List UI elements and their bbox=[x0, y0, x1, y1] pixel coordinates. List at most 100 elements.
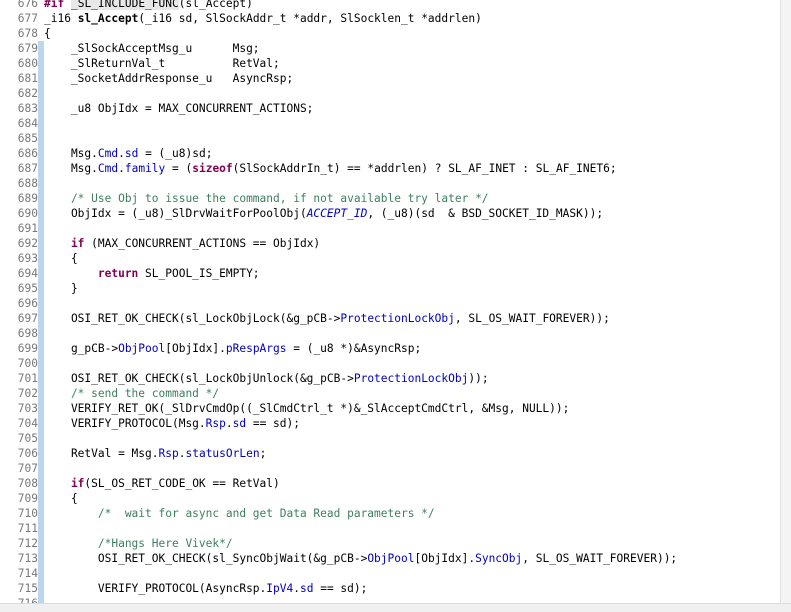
code-line[interactable]: 693 { bbox=[0, 251, 780, 266]
code-line[interactable]: 711 bbox=[0, 521, 780, 536]
code-line[interactable]: 692 if (MAX_CONCURRENT_ACTIONS == ObjIdx… bbox=[0, 236, 780, 251]
code-token: Rsp bbox=[158, 447, 179, 460]
code-line[interactable]: 682 bbox=[0, 86, 780, 101]
line-number: 682 bbox=[17, 87, 38, 100]
code-line[interactable]: 697 OSI_RET_OK_CHECK(sl_LockObjLock(&g_p… bbox=[0, 311, 780, 326]
code-line[interactable]: 706 RetVal = Msg.Rsp.statusOrLen; bbox=[0, 446, 780, 461]
code-token: _SocketAddrResponse_u AsyncRsp; bbox=[44, 72, 294, 85]
code-line[interactable]: 715 VERIFY_PROTOCOL(AsyncRsp.IpV4.sd == … bbox=[0, 581, 780, 596]
code-line[interactable]: 676 #if _SL_INCLUDE_FUNC(sl_Accept) bbox=[0, 0, 780, 11]
code-line[interactable]: 687 Msg.Cmd.family = (sizeof(SlSockAddrI… bbox=[0, 161, 780, 176]
code-token: _SL_INCLUDE_FUNC bbox=[70, 0, 179, 10]
code-line[interactable]: 707 bbox=[0, 461, 780, 476]
line-number: 678 bbox=[17, 27, 38, 40]
code-text: /* send the command */ bbox=[44, 386, 219, 401]
code-line[interactable]: 685 bbox=[0, 131, 780, 146]
code-line[interactable]: 703 VERIFY_RET_OK(_SlDrvCmdOp((_SlCmdCtr… bbox=[0, 401, 780, 416]
code-token: Cmd bbox=[97, 147, 119, 160]
code-token: , SL_OS_WAIT_FOREVER)); bbox=[454, 312, 610, 325]
line-number: 695 bbox=[17, 282, 38, 295]
line-number: 690 bbox=[17, 207, 38, 220]
code-line[interactable]: 696 bbox=[0, 296, 780, 311]
fold-gutter bbox=[38, 86, 44, 101]
code-token: VERIFY_PROTOCOL(Msg. bbox=[44, 417, 206, 430]
code-line[interactable]: 705 bbox=[0, 431, 780, 446]
code-text: VERIFY_PROTOCOL(Msg.Rsp.sd == sd); bbox=[44, 416, 300, 431]
code-line[interactable]: 710 /* wait for async and get Data Read … bbox=[0, 506, 780, 521]
code-line[interactable]: 709 { bbox=[0, 491, 780, 506]
code-editor[interactable]: 676 #if _SL_INCLUDE_FUNC(sl_Accept) 677 _i1… bbox=[0, 0, 780, 611]
line-number: 689 bbox=[17, 192, 38, 205]
code-line[interactable]: 691 bbox=[0, 221, 780, 236]
code-line[interactable]: 688 bbox=[0, 176, 780, 191]
line-number: 714 bbox=[17, 567, 38, 580]
fold-gutter bbox=[38, 326, 44, 341]
code-token: (SlSockAddrIn_t) == *addrlen) ? SL_AF_IN… bbox=[232, 162, 617, 175]
code-line[interactable]: 681 _SocketAddrResponse_u AsyncRsp; bbox=[0, 71, 780, 86]
line-number: 699 bbox=[17, 342, 38, 355]
line-number: 685 bbox=[17, 132, 38, 145]
code-line[interactable]: 695 } bbox=[0, 281, 780, 296]
code-text: { bbox=[44, 26, 51, 41]
code-line[interactable]: 678 { bbox=[0, 26, 780, 41]
code-line[interactable]: 680 _SlReturnVal_t RetVal; bbox=[0, 56, 780, 71]
code-text: ObjIdx = (_u8)_SlDrvWaitForPoolObj(ACCEP… bbox=[44, 206, 603, 221]
line-number: 683 bbox=[17, 102, 38, 115]
line-number: 707 bbox=[17, 462, 38, 475]
code-token: == sd); bbox=[313, 582, 368, 595]
code-line[interactable]: 708 if(SL_OS_RET_CODE_OK == RetVal) bbox=[0, 476, 780, 491]
code-text: Msg.Cmd.family = (sizeof(SlSockAddrIn_t)… bbox=[44, 161, 617, 176]
code-line[interactable]: 702 /* send the command */ bbox=[0, 386, 780, 401]
code-token: ; bbox=[259, 447, 267, 460]
code-line[interactable]: 698 bbox=[0, 326, 780, 341]
code-text: OSI_RET_OK_CHECK(sl_SyncObjWait(&g_pCB->… bbox=[44, 551, 677, 566]
code-text: RetVal = Msg.Rsp.statusOrLen; bbox=[44, 446, 266, 461]
code-line[interactable]: 679 _SlSockAcceptMsg_u Msg; bbox=[0, 41, 780, 56]
code-text: g_pCB->ObjPool[ObjIdx].pRespArgs = (_u8 … bbox=[44, 341, 421, 356]
code-token: VERIFY_PROTOCOL(AsyncRsp. bbox=[44, 582, 267, 595]
code-line[interactable]: 689 /* Use Obj to issue the command, if … bbox=[0, 191, 780, 206]
code-token: _i16 bbox=[44, 12, 78, 25]
code-line[interactable]: 713 OSI_RET_OK_CHECK(sl_SyncObjWait(&g_p… bbox=[0, 551, 780, 566]
code-line[interactable]: 701 OSI_RET_OK_CHECK(sl_LockObjUnlock(&g… bbox=[0, 371, 780, 386]
code-token: Msg. bbox=[44, 147, 98, 160]
code-line[interactable]: 684 bbox=[0, 116, 780, 131]
code-token: . bbox=[118, 162, 125, 175]
code-token: } bbox=[44, 282, 78, 295]
code-line[interactable]: 694 return SL_POOL_IS_EMPTY; bbox=[0, 266, 780, 281]
code-token: . bbox=[118, 147, 125, 160]
code-token: = ( bbox=[165, 162, 193, 175]
code-line[interactable]: 683 _u8 ObjIdx = MAX_CONCURRENT_ACTIONS; bbox=[0, 101, 780, 116]
code-token: SL_POOL_IS_EMPTY; bbox=[138, 267, 260, 280]
code-token: _SlSockAcceptMsg_u Msg; bbox=[44, 42, 260, 55]
code-token: (sl_Accept) bbox=[178, 0, 253, 10]
line-number: 677 bbox=[17, 12, 38, 25]
code-token: statusOrLen bbox=[185, 447, 260, 460]
code-line[interactable]: 714 bbox=[0, 566, 780, 581]
code-line[interactable]: 712 /*Hangs Here Vivek*/ bbox=[0, 536, 780, 551]
code-token: OSI_RET_OK_CHECK(sl_LockObjUnlock(&g_pCB… bbox=[44, 372, 354, 385]
line-number: 705 bbox=[17, 432, 38, 445]
fold-gutter bbox=[38, 296, 44, 311]
code-token: , SL_OS_WAIT_FOREVER)); bbox=[522, 552, 678, 565]
code-text: #if _SL_INCLUDE_FUNC(sl_Accept) bbox=[44, 0, 253, 11]
code-line[interactable]: 690 ObjIdx = (_u8)_SlDrvWaitForPoolObj(A… bbox=[0, 206, 780, 221]
code-text: /* wait for async and get Data Read para… bbox=[44, 506, 435, 521]
line-number: 681 bbox=[17, 72, 38, 85]
code-line[interactable]: 677 _i16 sl_Accept(_i16 sd, SlSockAddr_t … bbox=[0, 11, 780, 26]
code-text: if(SL_OS_RET_CODE_OK == RetVal) bbox=[44, 476, 280, 491]
code-token: [ObjIdx]. bbox=[165, 342, 226, 355]
code-line[interactable]: 686 Msg.Cmd.sd = (_u8)sd; bbox=[0, 146, 780, 161]
line-number: 697 bbox=[17, 312, 38, 325]
code-line[interactable]: 700 bbox=[0, 356, 780, 371]
code-line[interactable]: 699 g_pCB->ObjPool[ObjIdx].pRespArgs = (… bbox=[0, 341, 780, 356]
fold-gutter bbox=[38, 431, 44, 446]
line-number: 687 bbox=[17, 162, 38, 175]
code-token: )); bbox=[468, 372, 489, 385]
vertical-scrollbar[interactable] bbox=[780, 0, 791, 611]
code-line[interactable]: 704 VERIFY_PROTOCOL(Msg.Rsp.sd == sd); bbox=[0, 416, 780, 431]
code-token: ProtectionLockObj bbox=[353, 372, 469, 385]
line-number: 698 bbox=[17, 327, 38, 340]
code-text: /*Hangs Here Vivek*/ bbox=[44, 536, 233, 551]
